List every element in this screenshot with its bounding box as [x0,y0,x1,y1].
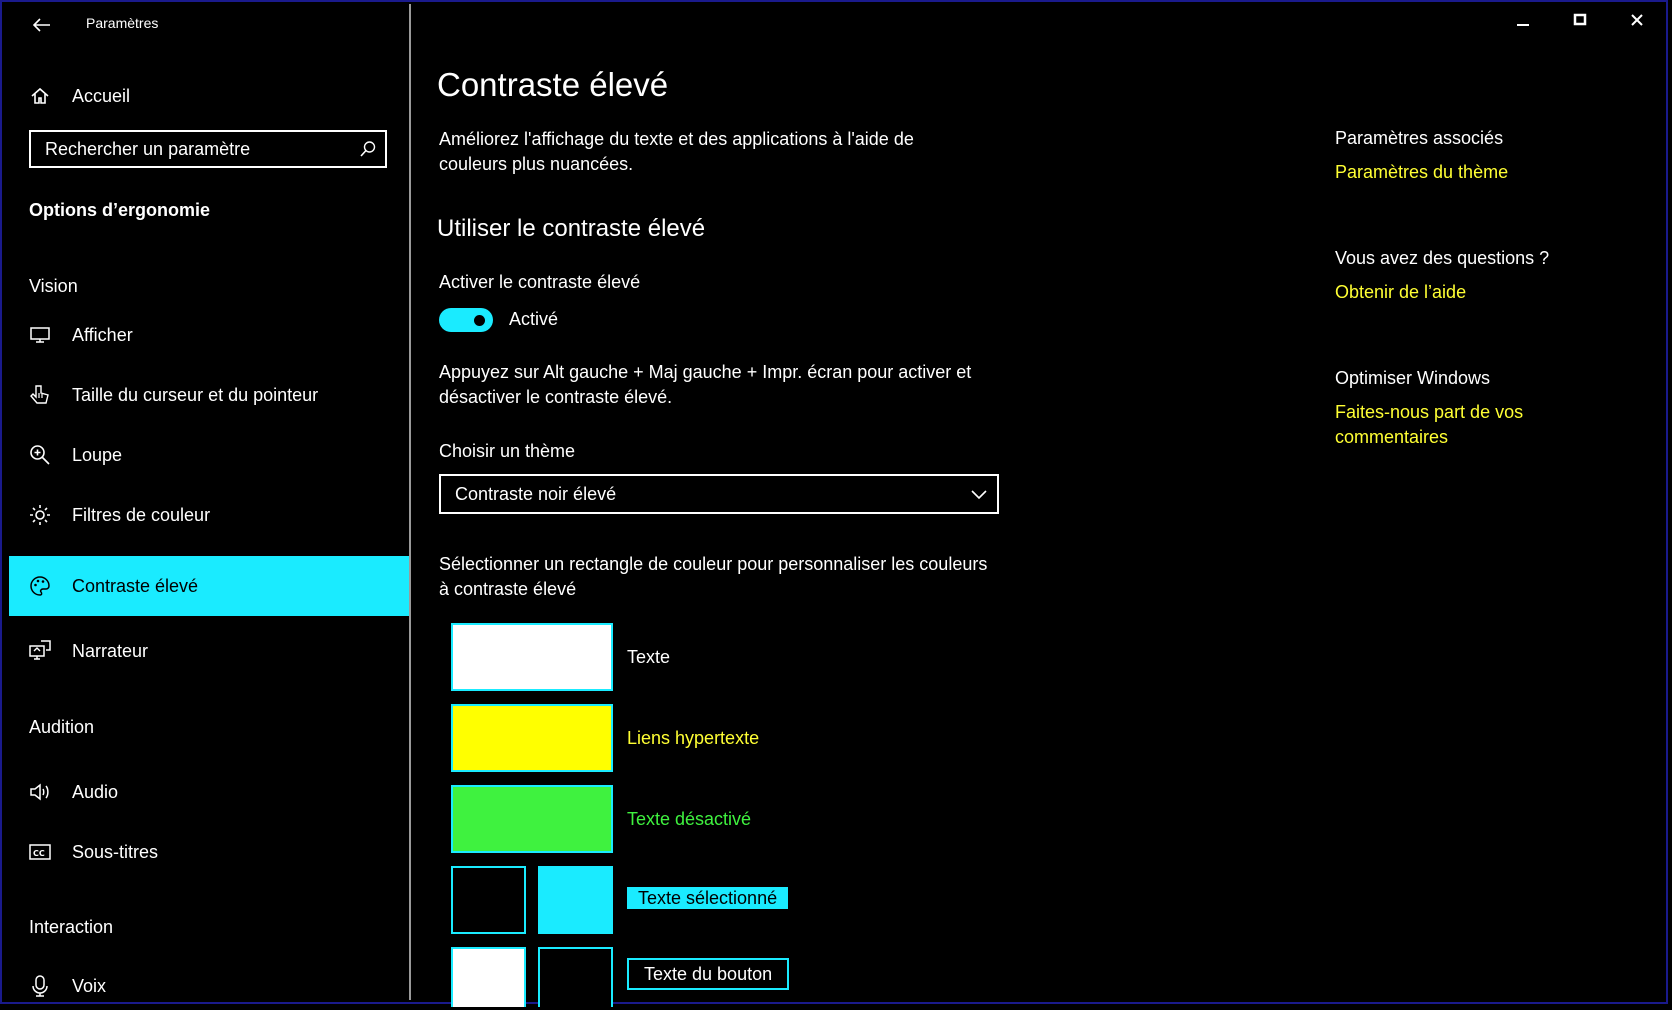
nav-home-label: Accueil [72,85,131,106]
high-contrast-toggle[interactable] [439,308,493,332]
disabled-text-color-swatch[interactable] [451,785,613,853]
chevron-down-icon [971,487,987,505]
swatch-label-hyperlinks: Liens hypertexte [627,728,760,748]
sidebar-item-pointer[interactable]: Taille du curseur et du pointeur [9,365,409,425]
sidebar-item-label: Filtres de couleur [72,504,211,525]
shortcut-text: Appuyez sur Alt gauche + Maj gauche + Im… [439,362,972,407]
swatch-label-text: Texte [627,647,671,667]
magnifier-icon [28,443,52,467]
search-input[interactable] [45,138,345,160]
group-label-audition: Audition [29,717,95,737]
theme-dropdown[interactable]: Contraste noir élevé [439,474,999,514]
toggle-knob [474,315,485,326]
optimize-heading: Optimiser Windows [1335,368,1491,388]
feedback-link[interactable]: Faites-nous part de vos commentaires [1335,400,1595,450]
theme-settings-link[interactable]: Paramètres du thème [1335,160,1595,185]
sidebar-item-filtres[interactable]: Filtres de couleur [9,485,409,545]
sidebar-item-label: Contraste élevé [72,575,199,596]
sidebar-item-label: Narrateur [72,640,149,661]
selected-text-background-swatch[interactable] [538,866,613,934]
swatch-label-button: Texte du bouton [627,958,790,990]
sidebar-item-sous-titres[interactable]: CC Sous-titres [9,822,409,882]
sidebar-item-label: Afficher [72,324,133,345]
questions-heading: Vous avez des questions ? [1335,248,1550,268]
sidebar-item-audio[interactable]: Audio [9,762,409,822]
get-help-link[interactable]: Obtenir de l’aide [1335,280,1595,305]
swatch-label-selected-wrap: Texte sélectionné [627,887,789,909]
page-title: Contraste élevé [437,66,669,103]
title-bar: Paramètres [9,4,409,44]
swatch-instructions: Sélectionner un rectangle de couleur pou… [439,554,988,599]
palette-icon [28,574,52,598]
sun-icon [28,503,52,527]
sidebar-item-label: Audio [72,781,119,802]
theme-label: Choisir un thème [439,441,576,461]
text-color-swatch[interactable] [451,623,613,691]
minimize-icon [1517,24,1529,26]
home-icon [28,84,52,108]
group-label-vision: Vision [29,276,78,296]
close-icon [1631,14,1643,26]
monitor-icon [28,323,52,347]
main-content: Contraste élevé Améliorez l'affichage du… [437,0,1307,1007]
button-text-background-swatch[interactable] [538,947,613,1007]
section-heading: Utiliser le contraste élevé [437,215,706,242]
sidebar-item-afficher[interactable]: Afficher [9,305,409,365]
svg-text:CC: CC [33,849,45,858]
sidebar-item-voix[interactable]: Voix [9,962,409,1010]
cc-icon: CC [28,840,52,864]
sidebar-item-loupe[interactable]: Loupe [9,425,409,485]
group-label-interaction: Interaction [29,917,114,937]
sidebar-item-narrateur[interactable]: Narrateur [9,621,409,681]
search-box[interactable] [29,130,387,168]
toggle-label: Activer le contraste élevé [439,272,641,292]
speaker-icon [28,780,52,804]
minimize-button[interactable] [1503,8,1543,32]
sidebar: Paramètres Accueil Options d’ergonomie V… [9,4,409,1000]
app-title: Paramètres [86,15,159,31]
theme-dropdown-value: Contraste noir élevé [455,483,617,504]
microphone-icon [28,974,52,998]
button-text-foreground-swatch[interactable] [451,947,526,1007]
sidebar-item-label: Sous-titres [72,841,159,862]
sidebar-item-label: Voix [72,975,107,996]
hyperlink-color-swatch[interactable] [451,704,613,772]
sidebar-divider [409,4,411,1000]
selected-text-foreground-swatch[interactable] [451,866,526,934]
sidebar-item-label: Loupe [72,444,123,465]
toggle-state-text: Activé [509,309,559,329]
search-icon[interactable] [359,140,377,163]
narrator-icon [28,639,52,663]
nav-home[interactable]: Accueil [9,74,409,118]
back-button[interactable] [27,12,57,38]
sidebar-item-label: Taille du curseur et du pointeur [72,384,319,405]
swatch-label-button-wrap: Texte du bouton [627,958,790,990]
page-description: Améliorez l'affichage du texte et des ap… [439,129,914,174]
back-arrow-icon [33,18,50,32]
swatch-label-selected: Texte sélectionné [627,887,789,909]
related-heading: Paramètres associés [1335,128,1504,148]
close-button[interactable] [1617,8,1657,32]
maximize-icon [1573,13,1587,26]
sidebar-item-contraste[interactable]: Contraste élevé [9,556,409,616]
swatch-label-disabled: Texte désactivé [627,809,752,829]
maximize-button[interactable] [1560,8,1600,32]
pointer-icon [28,383,52,407]
section-title: Options d’ergonomie [29,200,211,220]
